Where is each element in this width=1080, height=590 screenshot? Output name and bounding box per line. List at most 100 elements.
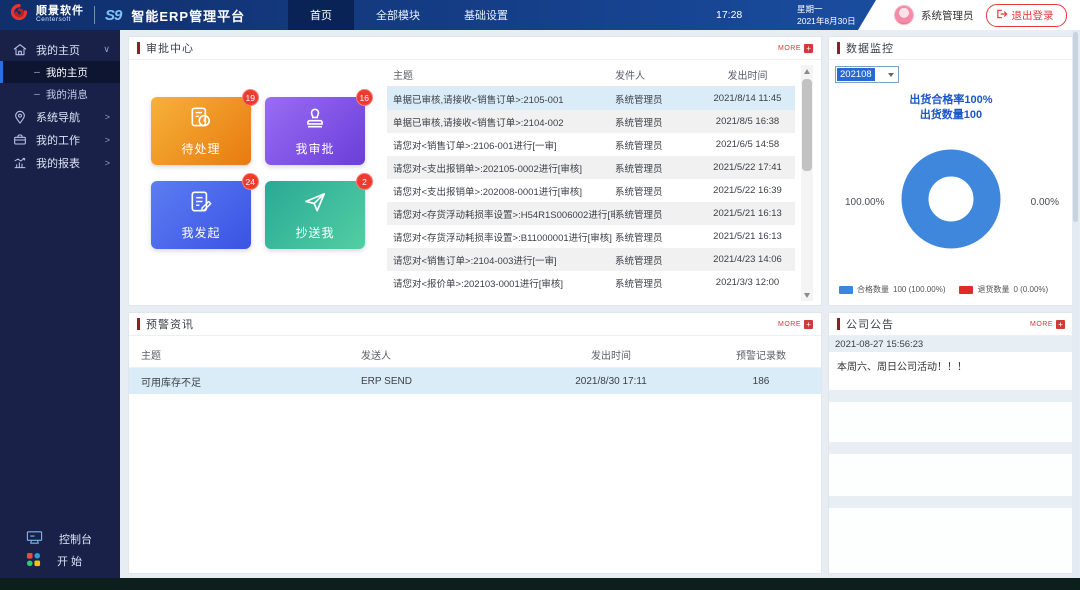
scroll-down-arrow[interactable]: [801, 289, 813, 301]
approval-row[interactable]: 请您对<支出报销单>:202008-0001进行[审核]系统管理员2021/5/…: [387, 179, 795, 202]
product-title: 智能ERP管理平台: [131, 6, 245, 25]
logout-button[interactable]: 退出登录: [986, 4, 1067, 27]
chevron-right-icon: >: [105, 158, 110, 168]
approval-row[interactable]: 单据已审核,请接收<销售订单>:2104-002系统管理员2021/8/5 16…: [387, 110, 795, 133]
alerts-panel: 预警资讯 MORE + 主题 发送人 发出时间 预警记录数 可用库存不足 ERP…: [128, 312, 822, 574]
content-area: 审批中心 MORE + 19 待处理 16: [120, 30, 1080, 578]
title-marker: [137, 318, 140, 330]
sidebar-group-my-home[interactable]: 我的主页 ∨: [0, 38, 120, 61]
report-chart-icon: [12, 155, 28, 171]
chevron-down-icon: [888, 73, 894, 77]
scroll-up-arrow[interactable]: [801, 65, 813, 77]
topbar: 顺景软件 Centersoft S9 智能ERP管理平台 首页 全部模块 基础设…: [0, 0, 1080, 30]
sidebar-item-my-messages[interactable]: 我的消息: [0, 83, 120, 105]
plus-icon: +: [1056, 320, 1065, 329]
empty-announcement-row: [829, 496, 1073, 508]
approval-row[interactable]: 请您对<存货浮动耗损率设置>:H54R1S006002进行[审核]系统管理员20…: [387, 202, 795, 225]
logout-label: 退出登录: [1012, 8, 1054, 23]
approval-panel-header: 审批中心 MORE +: [129, 37, 821, 60]
home-icon: [12, 42, 28, 58]
approval-row[interactable]: 请您对<存货浮动耗损率设置>:B11000001进行[审核]系统管理员2021/…: [387, 225, 795, 248]
period-select[interactable]: 202108: [835, 66, 899, 83]
approval-list-scrollbar[interactable]: [801, 65, 813, 301]
announcement-text[interactable]: 本周六、周日公司活动！！！: [829, 352, 1073, 390]
legend-item-pass: 合格数量 100 (100.00%): [839, 284, 945, 295]
panel-title: 预警资讯: [146, 316, 194, 332]
s9-product-mark: S9: [105, 7, 121, 24]
approval-table-header: 主题 发件人 发出时间: [387, 63, 795, 87]
column-header-subject: 主题: [129, 347, 361, 362]
tile-badge: 24: [242, 173, 259, 190]
approval-row[interactable]: 单据已审核,请接收<销售订单>:2105-001系统管理员2021/8/14 1…: [387, 87, 795, 110]
sidebar: 我的主页 ∨ 我的主页 我的消息 系统导航 > 我的工作 > 我的报表 >: [0, 30, 120, 578]
briefcase-icon: [12, 132, 28, 148]
date-label: 2021年8月30日: [797, 15, 856, 27]
user-avatar[interactable]: [894, 5, 914, 25]
date-block: 星期一 2021年8月30日: [788, 3, 856, 27]
panel-title: 公司公告: [846, 316, 894, 332]
announcements-panel-header: 公司公告 MORE +: [829, 313, 1073, 336]
page-scrollbar-thumb[interactable]: [1073, 32, 1078, 222]
logout-icon: [996, 8, 1008, 23]
monitor-icon: [26, 530, 43, 548]
title-marker: [837, 318, 840, 330]
sidebar-item-my-home[interactable]: 我的主页: [0, 61, 120, 83]
legend-swatch: [959, 286, 973, 294]
clipboard-clock-icon: [188, 105, 214, 136]
plus-icon: +: [804, 44, 813, 53]
period-value: 202108: [837, 68, 875, 81]
tile-badge: 16: [356, 89, 373, 106]
column-header-record-count: 预警记录数: [701, 347, 821, 362]
empty-announcement-body: [829, 402, 1073, 442]
panel-title: 审批中心: [146, 40, 194, 56]
plus-icon: +: [804, 320, 813, 329]
sidebar-group-my-work[interactable]: 我的工作 >: [0, 128, 120, 151]
nav-tab-home[interactable]: 首页: [288, 0, 354, 30]
bottom-taskbar: [0, 578, 1080, 590]
approval-row[interactable]: 请您对<报价单>:202103-0001进行[审核]系统管理员2021/3/3 …: [387, 271, 795, 294]
sidebar-group-system-nav[interactable]: 系统导航 >: [0, 105, 120, 128]
tile-badge: 19: [242, 89, 259, 106]
empty-announcement-row: [829, 442, 1073, 454]
tile-pending[interactable]: 19 待处理: [151, 97, 251, 165]
shipment-qty-text: 出货数量100: [829, 108, 1073, 123]
scrollbar-thumb[interactable]: [802, 79, 812, 171]
alert-row[interactable]: 可用库存不足 ERP SEND 2021/8/30 17:11 186: [129, 368, 821, 394]
tile-my-approvals[interactable]: 16 我审批: [265, 97, 365, 165]
chevron-right-icon: >: [105, 135, 110, 145]
approval-row[interactable]: 请您对<销售订单>:2106-001进行[一审]系统管理员2021/6/5 14…: [387, 133, 795, 156]
brand-subname: Centersoft: [36, 17, 84, 24]
alerts-table: 主题 发送人 发出时间 预警记录数 可用库存不足 ERP SEND 2021/8…: [129, 342, 821, 394]
announcements-more-button[interactable]: MORE +: [1030, 320, 1065, 329]
legend-item-return: 退货数量 0 (0.00%): [959, 284, 1048, 295]
brand-swirl-icon: [8, 2, 30, 29]
sidebar-group-my-reports[interactable]: 我的报表 >: [0, 151, 120, 174]
alerts-more-button[interactable]: MORE +: [778, 320, 813, 329]
nav-tab-all-modules[interactable]: 全部模块: [354, 0, 442, 30]
start-grid-icon: [26, 552, 41, 570]
tile-cc-to-me[interactable]: 2 抄送我: [265, 181, 365, 249]
page-scrollbar[interactable]: [1072, 30, 1079, 578]
weekday-label: 星期一: [797, 3, 856, 15]
sidebar-group-label: 我的报表: [36, 155, 80, 171]
approval-more-button[interactable]: MORE +: [778, 44, 813, 53]
announcement-time: 2021-08-27 15:56:23: [829, 336, 1073, 352]
data-monitor-panel: 数据监控 202108 出货合格率100% 出货数量100 100.00% 0.…: [828, 36, 1074, 306]
approval-row[interactable]: 请您对<销售订单>:2104-003进行[一审]系统管理员2021/4/23 1…: [387, 248, 795, 271]
column-header-subject: 主题: [387, 67, 615, 82]
approval-row[interactable]: 请您对<支出报销单>:202105-0002进行[审核]系统管理员2021/5/…: [387, 156, 795, 179]
column-header-sender: 发件人: [615, 67, 700, 82]
empty-announcement-row: [829, 390, 1073, 402]
pass-rate-text: 出货合格率100%: [829, 93, 1073, 108]
tile-badge: 2: [356, 173, 373, 190]
tile-initiated-by-me[interactable]: 24 我发起: [151, 181, 251, 249]
start-button[interactable]: 开 始: [0, 550, 120, 572]
nav-tab-basic-settings[interactable]: 基础设置: [442, 0, 530, 30]
approval-table: 主题 发件人 发出时间 单据已审核,请接收<销售订单>:2105-001系统管理…: [387, 63, 795, 294]
chevron-right-icon: >: [105, 112, 110, 122]
announcements-panel: 公司公告 MORE + 2021-08-27 15:56:23 本周六、周日公司…: [828, 312, 1074, 574]
donut-label-left: 100.00%: [845, 197, 884, 208]
console-button[interactable]: 控制台: [0, 528, 120, 550]
chevron-down-icon: ∨: [103, 44, 110, 55]
username-label: 系统管理员: [921, 8, 974, 23]
